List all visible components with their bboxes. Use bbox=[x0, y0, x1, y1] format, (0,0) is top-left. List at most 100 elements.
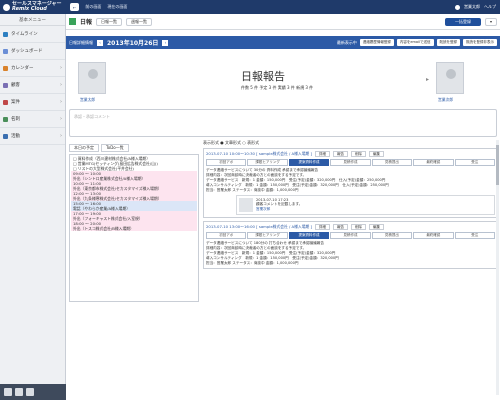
hide-read-button[interactable]: 既読を登録非表示 bbox=[463, 39, 497, 46]
flow-step[interactable]: 見積作成 bbox=[330, 232, 371, 239]
chevron-right-icon: › bbox=[60, 133, 62, 139]
tab-weekly-list[interactable]: 週報一覧 bbox=[126, 17, 153, 26]
logo-line2: Remix Cloud bbox=[12, 6, 47, 12]
report-button[interactable]: 報告 bbox=[333, 224, 349, 230]
display-format[interactable]: 表示形式 ● 文章形式 ○ 表形式 bbox=[203, 140, 498, 146]
sidebar-item-timeline[interactable]: タイムライン bbox=[0, 26, 65, 43]
flow-step[interactable]: 見積提出 bbox=[371, 232, 413, 239]
avatar bbox=[78, 62, 106, 94]
back-button[interactable]: ← bbox=[70, 3, 80, 11]
delete-button[interactable]: 削除 bbox=[351, 224, 367, 230]
detail-label: 日報詳細情報 bbox=[69, 39, 93, 45]
sidebar-item-card[interactable]: 名刺 › bbox=[0, 111, 65, 128]
right-avatar-label[interactable]: 営業次郎 bbox=[438, 97, 453, 103]
dashboard-icon bbox=[3, 48, 8, 54]
prev-screen-link[interactable]: 前の画面 bbox=[85, 4, 101, 10]
user-icon[interactable] bbox=[455, 4, 460, 10]
process-flow: 初回アポ 課題ヒアリング 提案資料作成 見積作成 見積提出 最終確認 受注 bbox=[206, 232, 495, 239]
report-button[interactable]: 報告 bbox=[333, 151, 349, 157]
sidebar-item-dashboard[interactable]: ダッシュボード bbox=[0, 43, 65, 60]
flow-step[interactable]: 最終確認 bbox=[413, 232, 454, 239]
settings-icon[interactable] bbox=[26, 388, 34, 396]
report-header: 営業太郎 日報報告 件数 5 件 予定 3 件 実績 3 件 新規 3 件 営業… bbox=[66, 50, 500, 107]
sidebar-item-label: 名刺 bbox=[11, 117, 20, 122]
flow-step[interactable]: 初回アポ bbox=[206, 159, 247, 166]
flow-step[interactable]: 課題ヒアリング bbox=[247, 232, 288, 239]
flow-step[interactable]: 見積作成 bbox=[330, 159, 371, 166]
tab-today-schedule[interactable]: 本日の予定 bbox=[69, 144, 99, 152]
bulk-register-button[interactable]: 一括登録 bbox=[444, 17, 481, 26]
edit-button[interactable]: 編集 bbox=[369, 224, 385, 230]
edit-icon[interactable] bbox=[15, 388, 23, 396]
schedule-panel: 本日の予定 ToDo一覧 □ 資料作成（西川建材株式会社/A様入場期） □ 営業… bbox=[69, 144, 199, 396]
report-title: 日報報告 bbox=[241, 70, 285, 83]
sidebar-item-label: カレンダー bbox=[11, 66, 34, 71]
send-email-button[interactable]: 内容をemailで送信 bbox=[396, 39, 434, 46]
prev-date-icon[interactable]: ‹ bbox=[97, 39, 103, 46]
mark-read-button[interactable]: 既読を登録 bbox=[436, 39, 460, 46]
flow-step[interactable]: 最終確認 bbox=[413, 159, 454, 166]
activity-icon bbox=[3, 133, 8, 139]
flow-step[interactable]: 見積提出 bbox=[371, 159, 413, 166]
delete-button[interactable]: 削除 bbox=[351, 151, 367, 157]
flow-step[interactable]: 課題ヒアリング bbox=[247, 159, 288, 166]
activity-detail: データ連絡サービスについて 30分の 資料作成 承認まで承認論議報告 詳細内容：… bbox=[206, 168, 495, 193]
sidebar-item-deal[interactable]: 案件 › bbox=[0, 94, 65, 111]
left-avatar-label[interactable]: 営業太郎 bbox=[80, 97, 95, 103]
sidebar-item-activity[interactable]: 活動 › bbox=[0, 128, 65, 145]
avatar bbox=[436, 62, 464, 94]
sidebar-item-calendar[interactable]: カレンダー › bbox=[0, 60, 65, 77]
detail-line: 担当：営業太郎 ステータス：商談中 金額：1,000,000円 bbox=[206, 188, 299, 192]
schedule-list: □ 資料作成（西川建材株式会社/A様入場期） □ 営業MTG(セッティング(島田… bbox=[69, 154, 199, 302]
activity-title[interactable]: 2013-07-10 13:00〜16:00 [ sample株式会社 / A様… bbox=[206, 224, 312, 230]
avatar bbox=[239, 198, 253, 212]
sidebar: 基本メニュー タイムライン ダッシュボード カレンダー › 顧客 › 案件 › 名刺 ›… bbox=[0, 14, 66, 400]
chevron-right-icon: › bbox=[60, 82, 62, 88]
report-counts: 件数 5 件 予定 3 件 実績 3 件 新規 3 件 bbox=[241, 85, 314, 90]
user-name[interactable]: 営業太郎 bbox=[464, 4, 480, 10]
chevron-right-icon: › bbox=[60, 116, 62, 122]
flow-step[interactable]: 初回アポ bbox=[206, 232, 247, 239]
logo-icon bbox=[3, 3, 10, 11]
comment-field[interactable]: 承認・承認コメント bbox=[69, 109, 497, 137]
arrow-right-icon: ▸ bbox=[426, 76, 430, 83]
sidebar-title: 基本メニュー bbox=[0, 14, 65, 26]
register-contact-button[interactable]: 連絡履歴情報登録 bbox=[359, 39, 394, 46]
menu-button[interactable]: ▾ bbox=[484, 17, 497, 26]
sidebar-item-label: 活動 bbox=[11, 134, 20, 139]
edit-button[interactable]: 編集 bbox=[369, 151, 385, 157]
detail-line: 担当：営業太郎 ステータス：商談中 金額：1,000,000円 bbox=[206, 261, 299, 265]
scrollbar[interactable] bbox=[496, 140, 499, 395]
next-date-icon[interactable]: › bbox=[162, 39, 169, 46]
tab-todo-list[interactable]: ToDo一覧 bbox=[101, 144, 129, 152]
grid-icon[interactable] bbox=[4, 388, 12, 396]
date-bar: 日報詳細情報 ‹ 2013年10月26日 › 最新表示中 連絡履歴情報登録 内容… bbox=[66, 36, 500, 49]
detail-button[interactable]: 詳細 bbox=[315, 224, 331, 230]
report-icon bbox=[69, 18, 76, 25]
flow-step[interactable]: 受注 bbox=[454, 159, 495, 166]
flow-step-active[interactable]: 提案資料作成 bbox=[288, 232, 330, 239]
sidebar-item-label: 顧客 bbox=[11, 83, 20, 88]
help-link[interactable]: ヘルプ bbox=[484, 4, 496, 10]
tab-daily-list[interactable]: 日報一覧 bbox=[96, 17, 123, 26]
activity-title[interactable]: 2013-07-10 10:00〜10:30 [ sample株式会社 / A様… bbox=[206, 151, 312, 157]
sidebar-item-label: ダッシュボード bbox=[11, 49, 43, 54]
detail-button[interactable]: 詳細 bbox=[315, 151, 331, 157]
list-item[interactable]: 外出（トスコ株式会社/B様入場期） bbox=[71, 226, 197, 231]
status-label: 最新表示中 bbox=[336, 39, 357, 45]
customer-icon bbox=[3, 82, 8, 88]
deal-icon bbox=[3, 99, 8, 105]
current-screen-link[interactable]: 現在の画面 bbox=[107, 4, 127, 10]
flow-step-active[interactable]: 提案資料作成 bbox=[288, 159, 330, 166]
page-title: 日報 bbox=[80, 19, 93, 26]
card-icon bbox=[3, 116, 8, 122]
activity-card: 2013-07-10 13:00〜16:00 [ sample株式会社 / A様… bbox=[203, 221, 498, 269]
scrollbar-thumb[interactable] bbox=[496, 145, 499, 185]
reply-name[interactable]: 営業次郎 bbox=[256, 207, 302, 212]
sidebar-item-customer[interactable]: 顧客 › bbox=[0, 77, 65, 94]
sidebar-item-label: 案件 bbox=[11, 100, 20, 105]
flow-step[interactable]: 受注 bbox=[454, 232, 495, 239]
app-logo[interactable]: セールスマネージャー Remix Cloud bbox=[0, 0, 66, 14]
sub-header: 日報 日報一覧 週報一覧 一括登録 ▾ bbox=[66, 14, 500, 30]
sidebar-footer bbox=[0, 384, 66, 400]
